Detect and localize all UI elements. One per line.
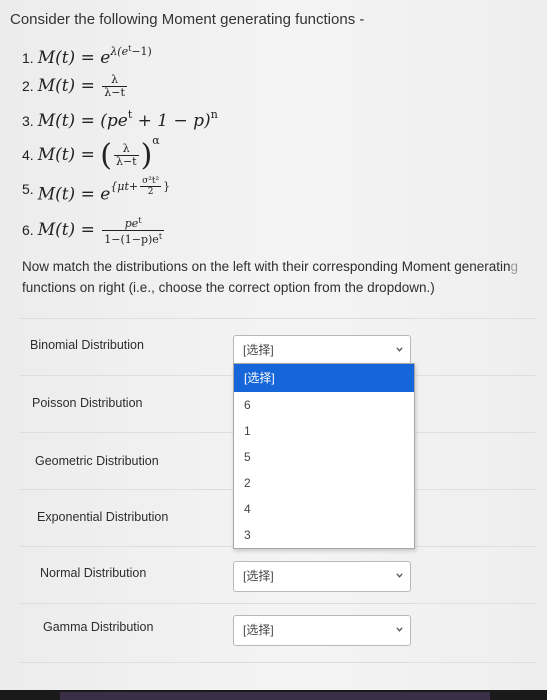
geometric-distribution-label: Geometric Distribution — [35, 454, 159, 468]
normal-distribution-label: Normal Distribution — [40, 566, 147, 580]
instructions: Now match the distributions on the left … — [22, 259, 519, 295]
poisson-distribution-label: Poisson Distribution — [32, 396, 143, 410]
mgf-formula-4: 4. M(t) = (λ λ−t)α — [22, 134, 160, 173]
question-intro: Consider the following Moment generating… — [10, 11, 365, 28]
dropdown-option-1[interactable]: 1 — [234, 418, 414, 444]
gamma-select[interactable]: [选择] — [233, 615, 411, 646]
chevron-down-icon — [396, 347, 403, 352]
bottom-bar — [0, 690, 547, 700]
dropdown-option-5[interactable]: 5 — [234, 444, 414, 470]
fraction: λ λ−t — [113, 142, 139, 168]
select-value: [选择] — [243, 623, 274, 637]
mgf-formula-5: 5. M(t) = e{μt+ σ²t² 2} — [22, 176, 171, 205]
exponential-distribution-label: Exponential Distribution — [37, 510, 169, 524]
dropdown-option-4[interactable]: 4 — [234, 496, 414, 522]
fraction: pet 1−(1−p)et — [102, 216, 165, 246]
mgf-formula-6: 6. M(t) = pet 1−(1−p)et — [22, 216, 165, 246]
binomial-select[interactable]: [选择] — [233, 335, 411, 366]
chevron-down-icon — [396, 573, 403, 578]
select-value: [选择] — [243, 569, 274, 583]
row-divider — [20, 603, 535, 604]
dropdown-option-2[interactable]: 2 — [234, 470, 414, 496]
dropdown-options-list[interactable]: [选择] 6 1 5 2 4 3 — [233, 363, 415, 549]
dropdown-option-placeholder[interactable]: [选择] — [234, 364, 414, 392]
select-value: [选择] — [243, 343, 274, 357]
row-divider — [20, 318, 535, 319]
fraction: λ λ−t — [102, 73, 127, 99]
dropdown-option-3[interactable]: 3 — [234, 522, 414, 548]
mgf-formula-3: 3. M(t) = (pet + 1 − p)n — [22, 108, 218, 131]
row-divider — [20, 662, 535, 663]
mgf-formula-1: 1. M(t) = eλ(et−1) — [22, 44, 152, 68]
mgf-formula-2: 2. M(t) = λ λ−t — [22, 73, 127, 99]
dropdown-option-6[interactable]: 6 — [234, 392, 414, 418]
binomial-distribution-label: Binomial Distribution — [30, 338, 144, 352]
chevron-down-icon — [396, 627, 403, 632]
gamma-distribution-label: Gamma Distribution — [43, 620, 154, 634]
normal-select[interactable]: [选择] — [233, 561, 411, 592]
